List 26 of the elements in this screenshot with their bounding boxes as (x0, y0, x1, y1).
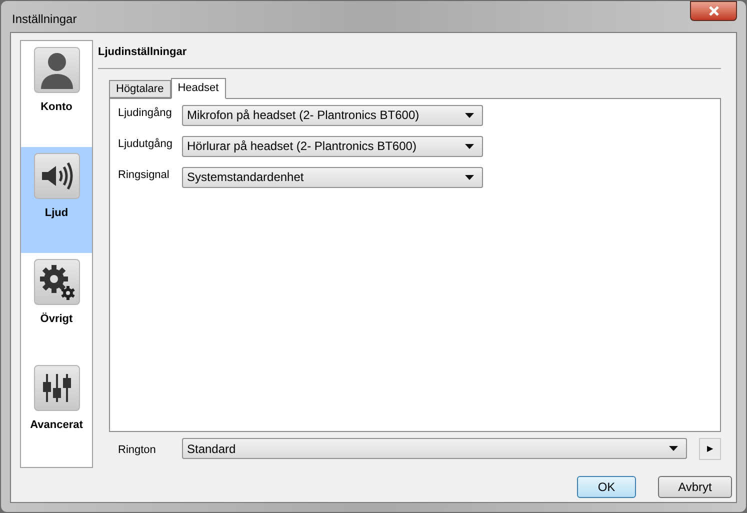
close-button[interactable] (690, 1, 737, 21)
tab[interactable]: Högtalare (109, 80, 171, 98)
speaker-icon (34, 153, 80, 199)
dropdown[interactable]: Systemstandardenhet (182, 166, 483, 188)
close-icon (708, 6, 720, 16)
tab[interactable]: Headset (170, 78, 226, 98)
ok-button[interactable]: OK (577, 476, 636, 498)
sidebar-item[interactable]: Ljud (21, 147, 92, 253)
field-label: Ljudingång (118, 106, 173, 120)
caret-icon (465, 174, 474, 180)
caret-icon (465, 144, 474, 148)
ringtone-label: Rington (118, 443, 157, 458)
section-heading: Ljudinställningar (98, 45, 188, 60)
sliders-icon (34, 365, 80, 411)
window-title: Inställningar (12, 11, 77, 28)
field-label: Ljudutgång (118, 136, 174, 152)
cancel-button[interactable]: Avbryt (658, 476, 732, 498)
play-button[interactable]: ▶ (699, 438, 721, 460)
caret-icon (465, 112, 474, 118)
user-silhouette-icon (34, 47, 80, 93)
dropdown[interactable]: Standard (182, 438, 687, 459)
dropdown[interactable]: Hörlurar på headset (2- Plantronics BT600) (182, 136, 483, 156)
caret-icon (669, 446, 678, 451)
field-label: Ringsignal (118, 168, 170, 182)
dropdown[interactable]: Mikrofon på headset (2- Plantronics BT600) (182, 104, 483, 126)
gears-icon (34, 259, 80, 305)
